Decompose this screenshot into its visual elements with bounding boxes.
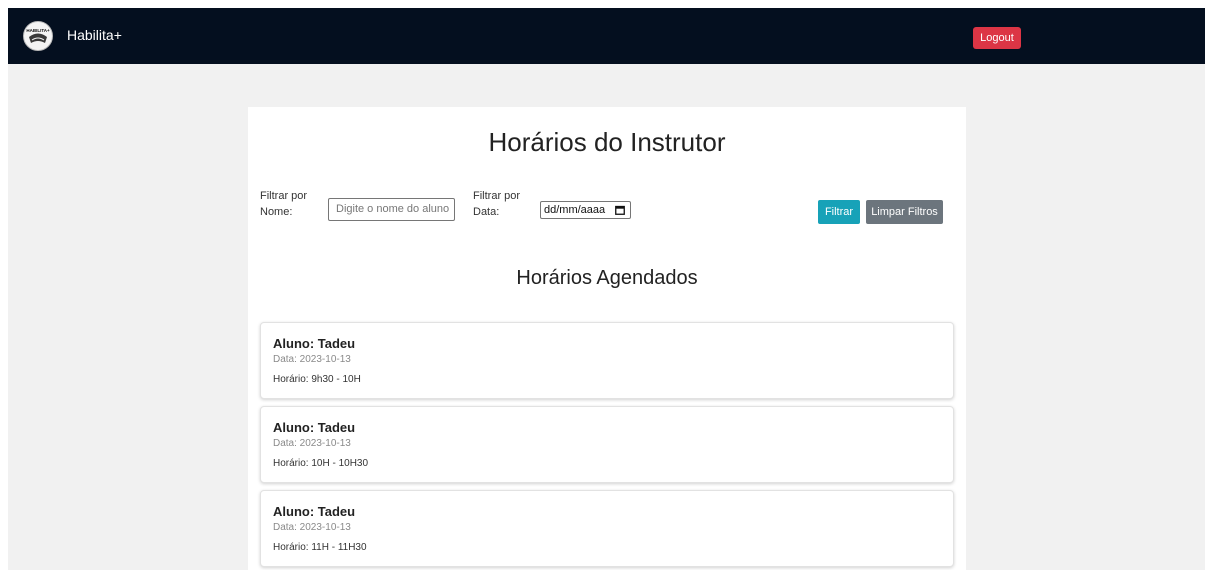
appointment-card: Aluno: Tadeu Data: 2023-10-13 Horário: 9… [260, 322, 954, 399]
logo-icon[interactable]: HABILITA+ [23, 21, 53, 51]
date-filter-input[interactable]: dd/mm/aaaa [540, 201, 631, 219]
clear-filters-button[interactable]: Limpar Filtros [866, 200, 943, 224]
appointment-card: Aluno: Tadeu Data: 2023-10-13 Horário: 1… [260, 490, 954, 567]
date-filter-label-line2: Data: [473, 206, 500, 218]
appointment-time: Horário: 11H - 11H30 [273, 542, 367, 553]
page-title: Horários do Instrutor [488, 127, 726, 157]
appointment-date: Data: 2023-10-13 [273, 438, 351, 449]
date-filter-label-line1: Filtrar por [473, 190, 521, 202]
navbar: HABILITA+ Habilita+ Logout [8, 8, 1205, 64]
calendar-icon[interactable] [615, 205, 625, 215]
section-title: Horários Agendados [516, 267, 698, 289]
date-filter-label: Filtrar por Data: [473, 190, 533, 219]
appointment-time: Horário: 9h30 - 10H [273, 374, 361, 385]
date-filter-value: dd/mm/aaaa [544, 204, 606, 216]
appointment-student: Aluno: Tadeu [273, 420, 356, 435]
appointment-student: Aluno: Tadeu [273, 504, 356, 519]
logo-text: HABILITA+ [26, 28, 50, 33]
appointment-date: Data: 2023-10-13 [273, 522, 351, 533]
name-filter-label-line1: Filtrar por [260, 190, 308, 202]
appointment-date: Data: 2023-10-13 [273, 354, 351, 365]
appointment-time: Horário: 10H - 10H30 [273, 458, 369, 469]
schedule-card: Horários do Instrutor Filtrar por Nome: … [248, 107, 966, 570]
appointment-card: Aluno: Tadeu Data: 2023-10-13 Horário: 1… [260, 406, 954, 483]
app-frame: HABILITA+ Habilita+ Logout Horários do I… [8, 8, 1205, 570]
filter-button[interactable]: Filtrar [818, 200, 860, 224]
logout-button[interactable]: Logout [973, 27, 1021, 49]
name-filter-input[interactable]: Digite o nome do aluno [328, 198, 455, 221]
appointment-student: Aluno: Tadeu [273, 336, 356, 351]
brand-name[interactable]: Habilita+ [67, 27, 122, 43]
name-filter-label: Filtrar por Nome: [260, 190, 320, 219]
appointment-list: Aluno: Tadeu Data: 2023-10-13 Horário: 9… [260, 322, 954, 570]
name-filter-label-line2: Nome: [260, 206, 293, 218]
